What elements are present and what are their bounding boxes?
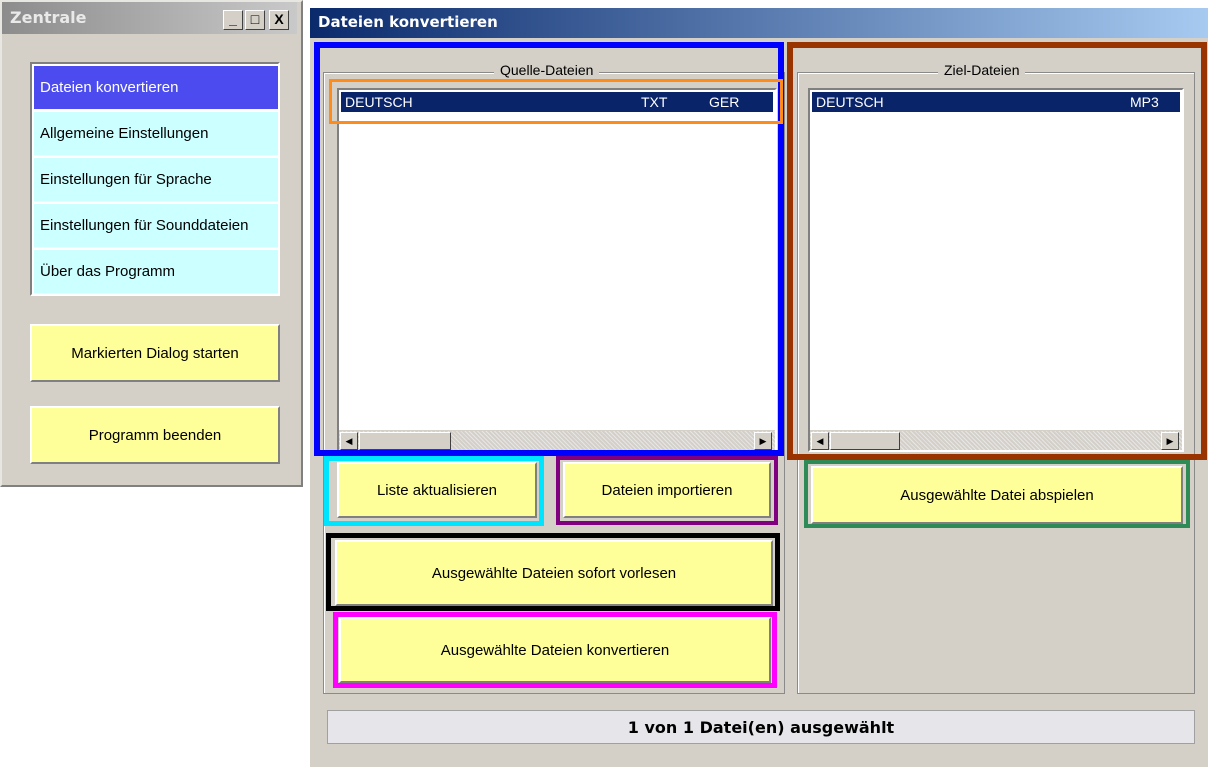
minimize-button[interactable]: _ bbox=[223, 10, 243, 30]
close-button[interactable]: X bbox=[269, 10, 289, 30]
target-listbox[interactable]: DEUTSCH MP3 ◀ ▶ bbox=[808, 88, 1184, 452]
menu-item-ueber[interactable]: Über das Programm bbox=[34, 250, 278, 294]
arrow-right-icon[interactable]: ▶ bbox=[1161, 432, 1179, 450]
target-scroll-thumb[interactable] bbox=[830, 432, 900, 450]
dialog-title: Dateien konvertieren bbox=[318, 13, 498, 31]
refresh-list-button[interactable]: Liste aktualisieren bbox=[337, 462, 537, 518]
zentrale-title: Zentrale bbox=[10, 8, 87, 27]
source-listbox[interactable]: DEUTSCH TXT GER ◀ ▶ bbox=[337, 88, 777, 452]
dialog-title-bar[interactable]: Dateien konvertieren bbox=[310, 8, 1208, 38]
source-hscrollbar[interactable]: ◀ ▶ bbox=[339, 430, 775, 450]
target-row-name: DEUTSCH bbox=[816, 94, 884, 110]
menu-item-allgemeine-einstellungen[interactable]: Allgemeine Einstellungen bbox=[34, 112, 278, 156]
target-row-type: MP3 bbox=[1130, 94, 1159, 110]
target-row[interactable]: DEUTSCH MP3 bbox=[812, 92, 1180, 112]
source-row-lang: GER bbox=[709, 94, 740, 110]
arrow-left-icon[interactable]: ◀ bbox=[811, 432, 829, 450]
arrow-right-icon[interactable]: ▶ bbox=[754, 432, 772, 450]
arrow-left-icon[interactable]: ◀ bbox=[340, 432, 358, 450]
exit-program-button[interactable]: Programm beenden bbox=[30, 406, 280, 464]
maximize-button[interactable]: □ bbox=[245, 10, 265, 30]
source-row-type: TXT bbox=[641, 94, 668, 110]
start-dialog-button[interactable]: Markierten Dialog starten bbox=[30, 324, 280, 382]
play-selected-button[interactable]: Ausgewählte Datei abspielen bbox=[811, 466, 1183, 524]
target-legend: Ziel-Dateien bbox=[938, 62, 1026, 78]
import-files-button[interactable]: Dateien importieren bbox=[563, 462, 771, 518]
zentrale-title-bar[interactable]: Zentrale _ □ X bbox=[2, 2, 297, 34]
source-row-name: DEUTSCH bbox=[345, 94, 413, 110]
source-row[interactable]: DEUTSCH TXT GER bbox=[341, 92, 773, 112]
menu-item-sounddateien[interactable]: Einstellungen für Sounddateien bbox=[34, 204, 278, 248]
target-hscrollbar[interactable]: ◀ ▶ bbox=[810, 430, 1182, 450]
read-aloud-button[interactable]: Ausgewählte Dateien sofort vorlesen bbox=[335, 540, 773, 606]
convert-selected-button[interactable]: Ausgewählte Dateien konvertieren bbox=[339, 617, 771, 683]
source-legend: Quelle-Dateien bbox=[494, 62, 600, 78]
menu-item-dateien-konvertieren[interactable]: Dateien konvertieren bbox=[34, 66, 278, 110]
source-scroll-thumb[interactable] bbox=[359, 432, 451, 450]
menu-item-sprache[interactable]: Einstellungen für Sprache bbox=[34, 158, 278, 202]
dialog-list[interactable]: Dateien konvertieren Allgemeine Einstell… bbox=[30, 62, 280, 296]
status-bar: 1 von 1 Datei(en) ausgewählt bbox=[327, 710, 1195, 744]
